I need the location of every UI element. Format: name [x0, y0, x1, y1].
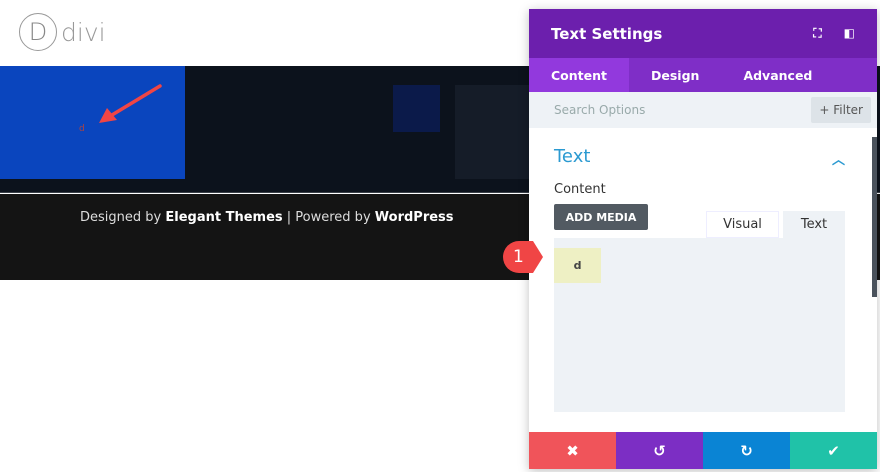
search-options-input[interactable]: Search Options + Filter — [529, 92, 877, 128]
tab-visual[interactable]: Visual — [706, 211, 779, 238]
tab-design[interactable]: Design — [629, 58, 721, 92]
tab-content[interactable]: Content — [529, 58, 629, 92]
save-button[interactable]: ✔ — [790, 432, 877, 469]
content-textarea[interactable]: d — [554, 238, 845, 412]
footer-credits: Designed by Elegant Themes | Powered by … — [80, 210, 454, 225]
annotation-arrow-icon — [99, 84, 162, 123]
sidebar-toggle-icon[interactable]: ◧ — [844, 26, 855, 41]
divi-logo[interactable]: D divi — [19, 13, 106, 51]
decor-square — [393, 85, 440, 132]
tab-advanced[interactable]: Advanced — [721, 58, 834, 92]
filter-button[interactable]: + Filter — [811, 97, 871, 123]
logo-mark: D — [19, 13, 57, 51]
search-placeholder: Search Options — [554, 103, 646, 117]
redo-button[interactable]: ↻ — [703, 432, 790, 469]
logo-text: divi — [61, 17, 106, 47]
module-text: d — [79, 124, 85, 134]
panel-header[interactable]: Text Settings ⛶ ◧ — [529, 9, 877, 58]
tab-text[interactable]: Text — [783, 211, 845, 238]
action-bar: ✖ ↺ ↻ ✔ — [529, 432, 877, 469]
add-media-button[interactable]: ADD MEDIA — [554, 204, 648, 230]
scrollbar[interactable] — [872, 137, 877, 297]
chevron-up-icon[interactable]: ︿ — [832, 149, 845, 168]
text-settings-panel: Text Settings ⛶ ◧ Content Design Advance… — [529, 9, 877, 469]
undo-button[interactable]: ↺ — [616, 432, 703, 469]
content-label: Content — [554, 182, 606, 197]
wordpress-link[interactable]: WordPress — [375, 210, 454, 225]
panel-title: Text Settings — [551, 24, 663, 43]
fullscreen-icon[interactable]: ⛶ — [813, 26, 821, 41]
cancel-button[interactable]: ✖ — [529, 432, 616, 469]
panel-tabs: Content Design Advanced — [529, 58, 877, 92]
editor-value: d — [554, 248, 601, 283]
elegant-themes-link[interactable]: Elegant Themes — [165, 210, 282, 225]
decor-square — [455, 85, 535, 179]
section-title[interactable]: Text — [554, 146, 590, 167]
